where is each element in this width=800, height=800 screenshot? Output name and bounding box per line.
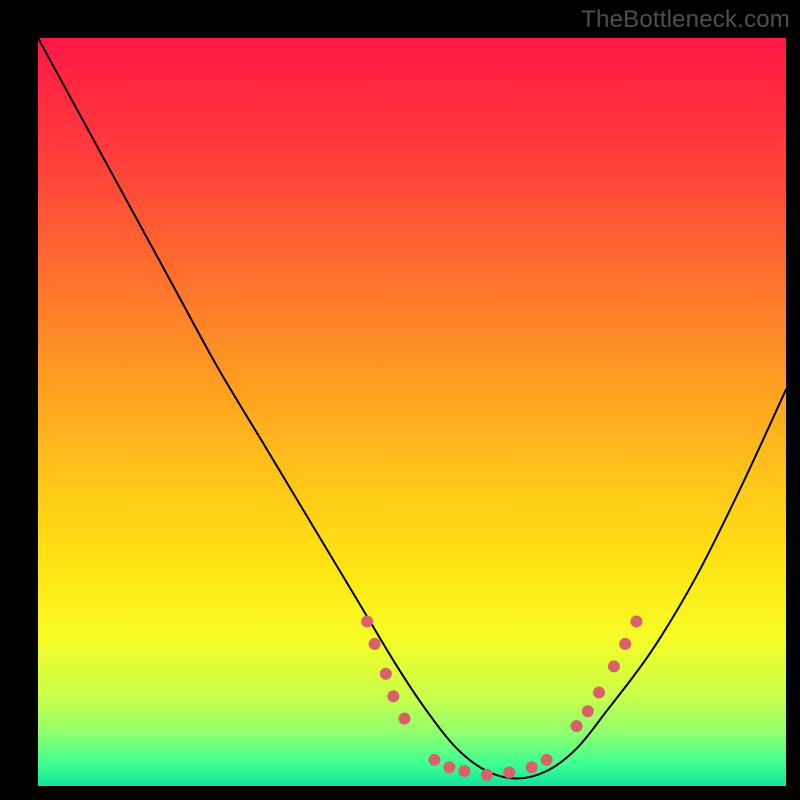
marker-dot <box>619 638 631 650</box>
chart-frame: TheBottleneck.com <box>0 0 800 800</box>
marker-dot <box>582 705 594 717</box>
marker-dot <box>399 713 411 725</box>
marker-dot <box>369 638 381 650</box>
watermark-label: TheBottleneck.com <box>581 6 790 34</box>
marker-dot <box>503 767 515 779</box>
marker-dot <box>387 690 399 702</box>
marker-dot <box>428 754 440 766</box>
marker-dot <box>361 615 373 627</box>
marker-dot <box>526 761 538 773</box>
marker-dot <box>481 769 493 781</box>
marker-dot <box>593 687 605 699</box>
marker-dot <box>608 660 620 672</box>
bottleneck-chart <box>0 0 800 800</box>
marker-dot <box>443 761 455 773</box>
marker-dot <box>380 668 392 680</box>
plot-background <box>38 38 786 786</box>
marker-dot <box>571 720 583 732</box>
marker-dot <box>630 615 642 627</box>
marker-dot <box>458 765 470 777</box>
marker-dot <box>541 754 553 766</box>
